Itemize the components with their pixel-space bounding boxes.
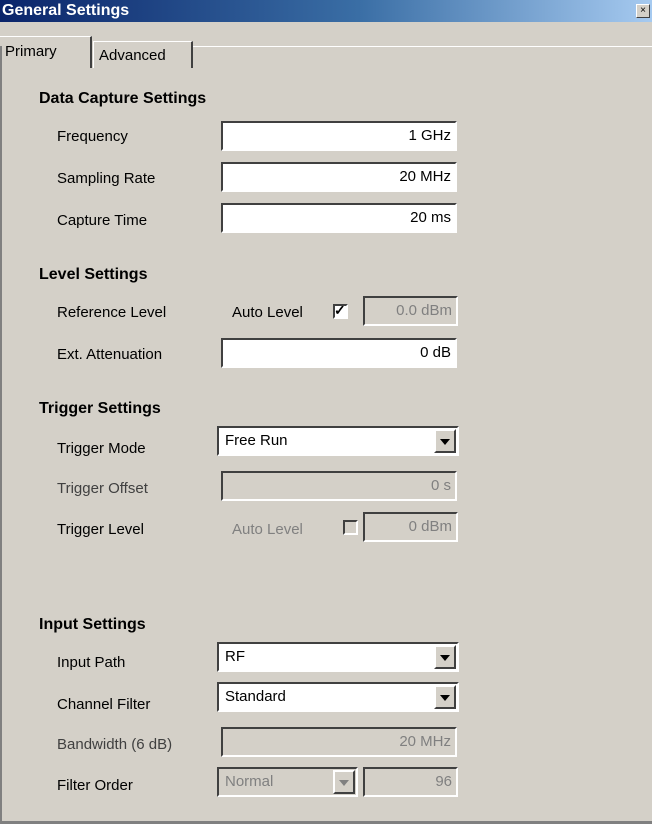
ext-attenuation-label: Ext. Attenuation (57, 346, 163, 363)
filter-order-type-value: Normal (225, 773, 274, 790)
trigger-mode-label: Trigger Mode (57, 440, 146, 457)
input-path-value: RF (225, 648, 245, 665)
trigger-offset-label: Trigger Offset (57, 480, 148, 497)
frequency-field[interactable]: 1 GHz (221, 121, 457, 151)
frequency-label: Frequency (57, 128, 128, 145)
trigger-level-auto-checkbox (343, 520, 358, 535)
reference-level-auto-checkbox[interactable] (333, 302, 348, 319)
chevron-down-icon[interactable] (434, 429, 456, 453)
trigger-mode-value: Free Run (225, 432, 288, 449)
filter-order-field: 96 (363, 767, 458, 797)
filter-order-type-select: Normal (217, 767, 358, 797)
chevron-down-icon[interactable] (434, 645, 456, 669)
tab-advanced[interactable]: Advanced (93, 41, 193, 68)
channel-filter-label: Channel Filter (57, 696, 151, 713)
reference-level-auto-label: Auto Level (232, 304, 303, 321)
bandwidth-field: 20 MHz (221, 727, 457, 757)
reference-level-field: 0.0 dBm (363, 296, 458, 326)
close-icon[interactable]: × (636, 4, 650, 18)
title-bar[interactable]: General Settings × (0, 0, 652, 22)
trigger-level-auto-label: Auto Level (232, 521, 303, 538)
bandwidth-label: Bandwidth (6 dB) (57, 736, 173, 753)
chevron-down-icon[interactable] (434, 685, 456, 709)
tab-primary[interactable]: Primary (0, 36, 92, 68)
trigger-level-label: Trigger Level (57, 521, 144, 538)
panel-left-edge (0, 46, 2, 824)
ext-attenuation-field[interactable]: 0 dB (221, 338, 457, 368)
sampling-rate-label: Sampling Rate (57, 170, 156, 187)
reference-level-label: Reference Level (57, 304, 167, 321)
trigger-level-field: 0 dBm (363, 512, 458, 542)
sampling-rate-field[interactable]: 20 MHz (221, 162, 457, 192)
channel-filter-select[interactable]: Standard (217, 682, 459, 712)
capture-time-field[interactable]: 20 ms (221, 203, 457, 233)
general-settings-window: General Settings × Primary Advanced Data… (0, 0, 652, 824)
data-capture-heading: Data Capture Settings (39, 90, 207, 107)
trigger-settings-heading: Trigger Settings (39, 400, 161, 417)
trigger-offset-field: 0 s (221, 471, 457, 501)
capture-time-label: Capture Time (57, 212, 148, 229)
channel-filter-value: Standard (225, 688, 286, 705)
trigger-mode-select[interactable]: Free Run (217, 426, 459, 456)
input-settings-heading: Input Settings (39, 616, 146, 633)
filter-order-label: Filter Order (57, 777, 133, 794)
chevron-down-icon (333, 770, 355, 794)
input-path-label: Input Path (57, 654, 126, 671)
input-path-select[interactable]: RF (217, 642, 459, 672)
panel-top-edge (193, 46, 652, 47)
level-settings-heading: Level Settings (39, 266, 148, 283)
window-title: General Settings (2, 2, 130, 19)
